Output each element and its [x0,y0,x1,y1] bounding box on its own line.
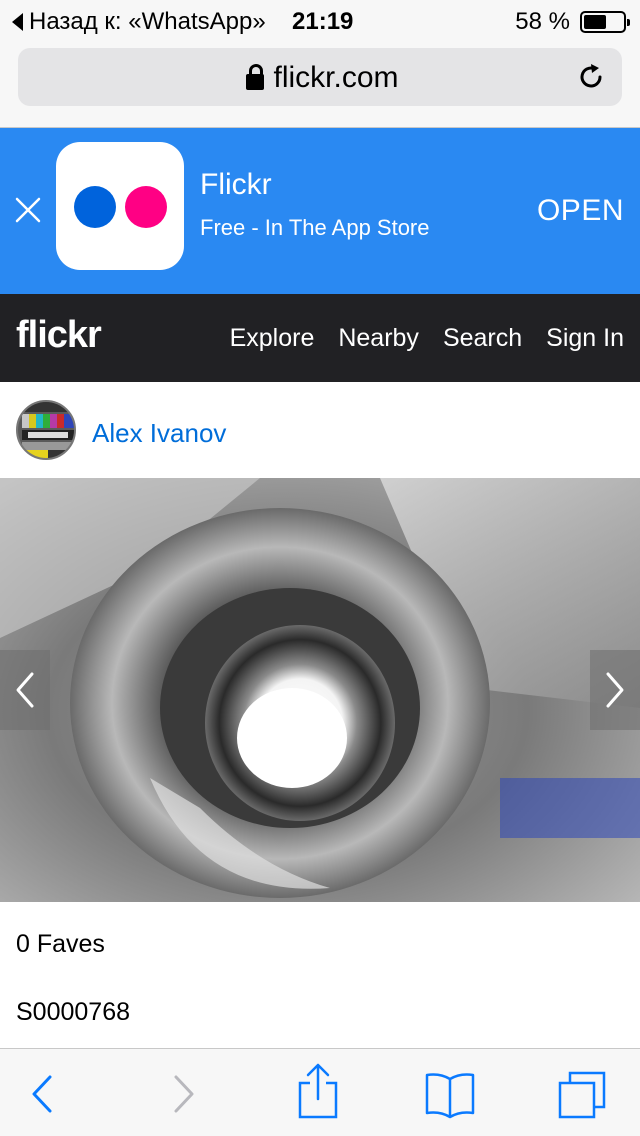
app-store-banner: Flickr Free - In The App Store OPEN [0,128,640,294]
photo-image [0,478,640,902]
close-icon[interactable] [14,196,42,224]
chevron-right-icon [606,672,624,708]
photo-owner: Alex Ivanov [0,382,640,478]
chevron-left-icon [16,672,34,708]
flickr-logo[interactable]: flickr [16,314,102,357]
return-to-app-link[interactable]: Назад к: «WhatsApp» [12,8,266,36]
return-to-app-label: Назад к: «WhatsApp» [29,8,266,35]
flickr-app-logo [56,142,184,270]
photo-title: S0000768 [16,998,131,1026]
url-field[interactable]: flickr.com [18,48,622,106]
back-triangle-icon [12,13,23,31]
banner-subtitle: Free - In The App Store [200,215,430,240]
owner-name-link[interactable]: Alex Ivanov [92,418,226,449]
status-time: 21:19 [292,8,354,35]
photo-viewer[interactable] [0,478,640,902]
back-icon[interactable] [16,1069,72,1119]
battery-fill [584,15,607,29]
nav-sign-in[interactable]: Sign In [546,324,624,353]
bookmarks-icon[interactable] [422,1069,478,1119]
next-photo-button[interactable] [590,650,640,730]
nav-explore[interactable]: Explore [230,324,315,353]
url-text: flickr.com [18,61,622,95]
test-pattern-avatar-image [18,402,74,458]
nav-links: Explore Nearby Search Sign In [230,324,624,353]
avatar[interactable] [16,400,76,460]
url-domain: flickr.com [273,61,399,94]
nav-nearby[interactable]: Nearby [338,324,419,353]
status-bar: Назад к: «WhatsApp» 21:19 58 % [0,0,640,40]
logo-blue-dot [74,186,116,228]
open-app-button[interactable]: OPEN [537,194,624,228]
battery-indicator: 58 % [515,8,630,36]
browser-address-bar: flickr.com [0,40,640,128]
browser-toolbar [0,1048,640,1136]
previous-photo-button[interactable] [0,650,50,730]
battery-percent: 58 % [515,8,570,35]
banner-app-name: Flickr [200,168,272,201]
battery-icon [580,11,630,33]
site-header: flickr Explore Nearby Search Sign In [0,294,640,382]
faves-count: 0 Faves [16,930,105,958]
nav-search[interactable]: Search [443,324,522,353]
reload-icon[interactable] [576,62,606,92]
logo-pink-dot [125,186,167,228]
tabs-icon[interactable] [556,1069,612,1119]
forward-icon[interactable] [154,1069,210,1119]
share-icon[interactable] [290,1063,346,1119]
